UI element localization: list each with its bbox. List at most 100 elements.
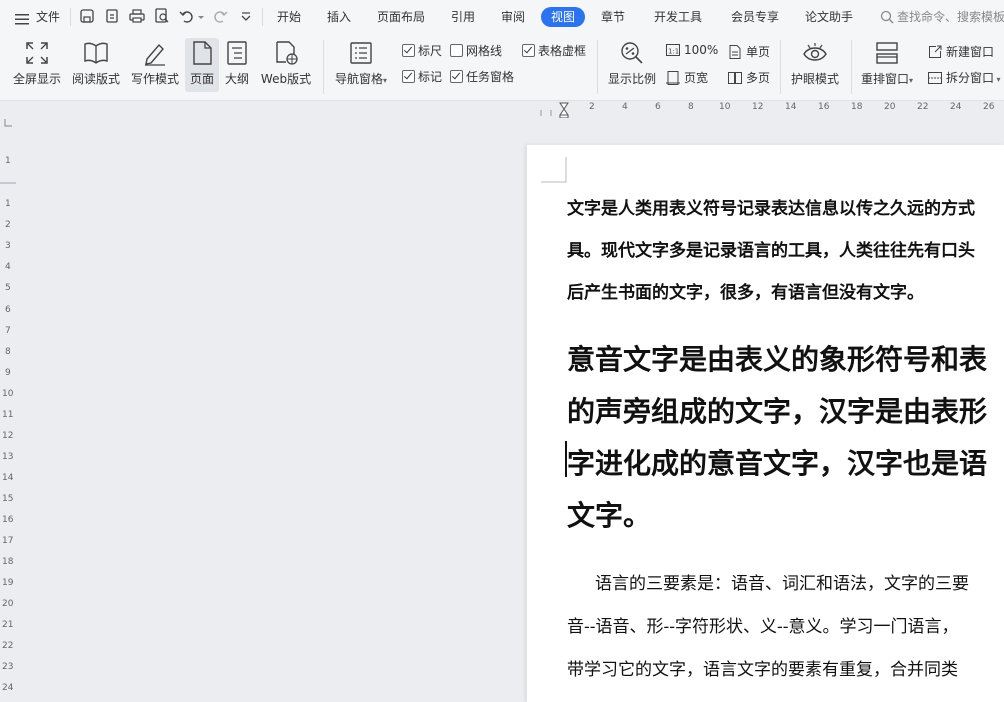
svg-text:1:1: 1:1 <box>668 48 679 56</box>
web-layout-button[interactable]: Web版式 <box>256 38 316 92</box>
ruler-number: 2 <box>5 220 11 230</box>
split-window-button[interactable]: 拆分窗口 ▾ <box>928 69 1001 86</box>
ruler-number: 8 <box>688 102 694 112</box>
ruler-number: 12 <box>2 431 14 441</box>
navigation-pane-button[interactable]: 导航窗格▾ <box>330 38 392 92</box>
tab-chapter[interactable]: 章节 <box>601 8 625 25</box>
search-icon[interactable] <box>880 9 894 24</box>
writing-mode-label: 写作模式 <box>130 72 179 86</box>
export-pdf-icon[interactable] <box>104 8 120 24</box>
single-page-button[interactable]: 单页 <box>728 43 770 60</box>
ruler-number: 2 <box>589 102 595 112</box>
web-layout-label: Web版式 <box>260 72 312 86</box>
ruler-number: 18 <box>2 557 14 567</box>
eye-protection-button[interactable]: 护眼模式 <box>786 38 844 92</box>
document-page[interactable]: 文字是人类用表义符号记录表达信息以传之久远的方式 具。现代文字多是记录语言的工具… <box>527 145 1004 702</box>
paragraph-1-line: 后产生书面的文字，很多，有语言但没有文字。 <box>567 283 924 303</box>
redo-icon[interactable] <box>212 8 228 24</box>
page-icon <box>189 40 215 66</box>
ruler-number: 16 <box>818 102 830 112</box>
outline-label: 大纲 <box>224 72 249 86</box>
reading-layout-button[interactable]: 阅读版式 <box>68 38 124 92</box>
ruler-number: 23 <box>2 662 14 672</box>
checkbox-gridlines-box <box>450 44 463 57</box>
eye-icon <box>802 40 828 66</box>
save-icon[interactable] <box>79 8 95 24</box>
ruler-number: 10 <box>2 389 14 399</box>
tab-home[interactable]: 开始 <box>277 8 301 25</box>
text-cursor <box>565 441 567 477</box>
tab-view[interactable]: 视图 <box>541 7 585 27</box>
ruler-number: 16 <box>2 515 14 525</box>
new-window-icon <box>928 45 942 59</box>
ruler-number: 18 <box>851 102 863 112</box>
checkbox-markup-box <box>402 70 415 83</box>
multi-page-button[interactable]: 多页 <box>728 69 770 86</box>
margin-corner-mark <box>541 157 567 183</box>
ruler-number: 6 <box>655 102 661 112</box>
page-view-button[interactable]: 页面 <box>185 38 219 92</box>
vertical-ruler[interactable]: 1 1 2 3 4 5 6 7 8 9 10 11 12 13 14 15 16… <box>0 118 16 702</box>
ruler-number: 12 <box>752 102 764 112</box>
undo-icon[interactable] <box>179 8 195 24</box>
zoom-button[interactable]: 显示比例 <box>604 38 660 92</box>
ruler-number: 14 <box>785 102 797 112</box>
tab-references[interactable]: 引用 <box>451 8 475 25</box>
navigation-pane-icon <box>348 40 374 66</box>
ruler-number: 4 <box>5 262 11 272</box>
outline-icon <box>224 40 250 66</box>
ruler-number: 3 <box>5 241 11 251</box>
heading-line: 意音文字是由表义的象形符号和表 <box>567 343 988 376</box>
task-pane-checkbox[interactable]: 任务窗格 <box>450 68 514 85</box>
tab-thesis-assistant[interactable]: 论文助手 <box>805 8 853 25</box>
gridlines-checkbox[interactable]: 网格线 <box>450 42 502 59</box>
ruler-number: 19 <box>2 578 14 588</box>
ruler-number: 4 <box>622 102 628 112</box>
navigation-pane-label: 导航窗格▾ <box>334 72 388 86</box>
tab-page-layout[interactable]: 页面布局 <box>377 8 425 25</box>
ruler-number: 5 <box>5 283 11 293</box>
undo-dropdown-icon[interactable] <box>197 8 205 24</box>
ruler-number: 20 <box>884 102 896 112</box>
tab-view-label: 视图 <box>550 10 575 24</box>
new-window-button[interactable]: 新建窗口 <box>928 43 994 60</box>
outline-button[interactable]: 大纲 <box>221 38 253 92</box>
hamburger-menu-icon[interactable] <box>15 10 29 25</box>
writing-mode-button[interactable]: 写作模式 <box>126 38 184 92</box>
pen-icon <box>142 40 168 66</box>
ruler-number: 14 <box>2 473 14 483</box>
single-page-icon <box>728 45 742 59</box>
file-menu[interactable]: 文件 <box>36 8 60 25</box>
ruler-number: 20 <box>2 599 14 609</box>
markup-checkbox[interactable]: 标记 <box>402 68 442 85</box>
page-width-icon <box>666 71 680 85</box>
ruler-number: 21 <box>2 620 14 630</box>
table-gridlines-checkbox[interactable]: 表格虚框 <box>522 42 586 59</box>
paragraph-3-line: 带学习它的文字，语言文字的要素有重复，合并同类 <box>567 660 958 680</box>
ruler-number: 17 <box>2 536 14 546</box>
horizontal-ruler[interactable]: 2 4 6 8 10 12 14 16 18 20 22 24 26 <box>527 100 1004 118</box>
tab-developer[interactable]: 开发工具 <box>654 8 702 25</box>
heading-line: 的声旁组成的文字，汉字是由表形 <box>567 395 988 428</box>
ruler-number: 1 <box>5 199 11 209</box>
paragraph-3-line: 语言的三要素是：语音、词汇和语法，文字的三要 <box>595 574 969 594</box>
page-width-button[interactable]: 页宽 <box>666 69 708 86</box>
paragraph-1-line: 文字是人类用表义符号记录表达信息以传之久远的方式 <box>567 199 975 219</box>
fullscreen-button[interactable]: 全屏显示 <box>8 38 66 92</box>
search-input[interactable]: 查找命令、搜索模板 <box>897 8 1004 25</box>
eye-protection-label: 护眼模式 <box>790 72 839 86</box>
ruler-checkbox[interactable]: 标尺 <box>402 42 442 59</box>
reading-layout-label: 阅读版式 <box>71 72 120 86</box>
customize-toolbar-icon[interactable] <box>240 8 252 24</box>
tab-insert[interactable]: 插入 <box>327 8 351 25</box>
ruler-number: 1 <box>5 156 11 166</box>
ruler-number: 13 <box>2 452 14 462</box>
rearrange-windows-button[interactable]: 重排窗口▾ <box>857 38 917 92</box>
print-preview-icon[interactable] <box>154 8 170 24</box>
page-view-label: 页面 <box>189 72 214 86</box>
print-icon[interactable] <box>129 8 145 24</box>
tab-member[interactable]: 会员专享 <box>731 8 779 25</box>
tab-review[interactable]: 审阅 <box>501 8 525 25</box>
zoom-100-button[interactable]: 1:1 100% <box>666 43 718 57</box>
rearrange-windows-label: 重排窗口▾ <box>860 72 914 86</box>
